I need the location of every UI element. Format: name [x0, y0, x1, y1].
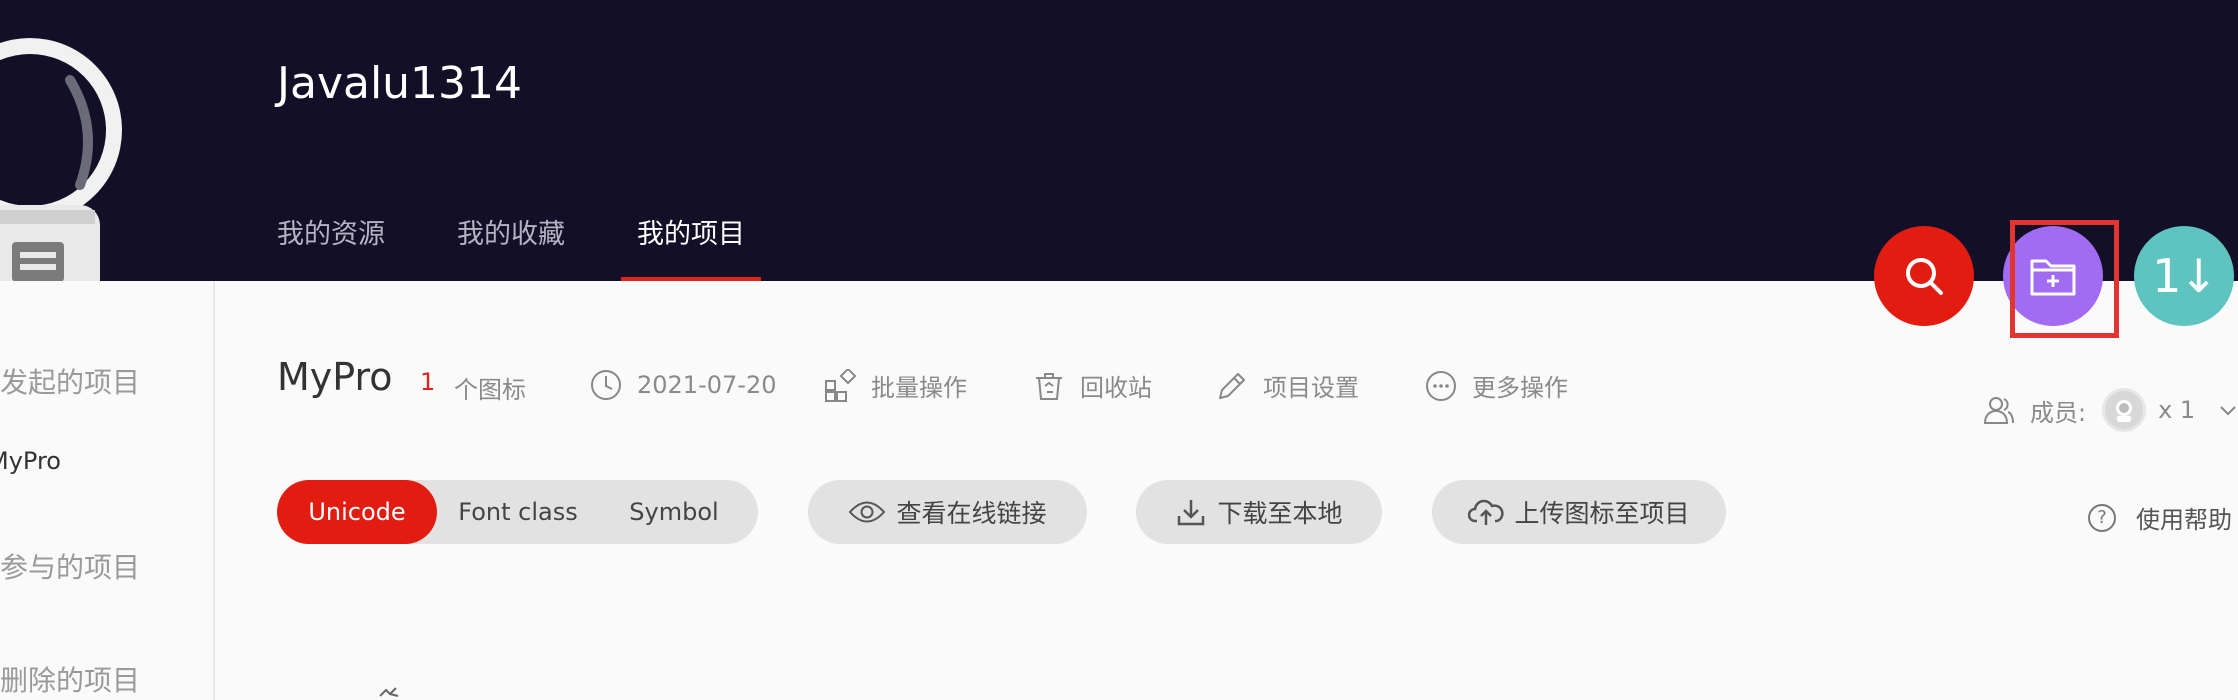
help-link[interactable]: ? 使用帮助 — [2088, 500, 2232, 535]
upload-icons-button[interactable]: 上传图标至项目 — [1432, 480, 1726, 544]
project-sidebar: 我发起的项目 MyPro 我参与的项目 我删除的项目 — [0, 281, 215, 700]
download-button[interactable]: 下载至本地 — [1136, 480, 1382, 544]
tab-my-projects[interactable]: 我的项目 — [621, 212, 761, 281]
icon-count: 1 — [420, 368, 436, 396]
batch-grid-icon — [825, 368, 857, 402]
tab-my-resources[interactable]: 我的资源 — [277, 212, 385, 281]
help-icon: ? — [2088, 503, 2116, 532]
recycle-bin-icon — [1036, 372, 1062, 400]
sidebar-item-participated[interactable]: 我参与的项目 — [0, 546, 140, 586]
username: Javalu1314 — [277, 58, 523, 109]
help-label: 使用帮助 — [2136, 506, 2232, 534]
members-label: 成员: — [2030, 398, 2087, 427]
sidebar-item-deleted[interactable]: 我删除的项目 — [0, 659, 140, 699]
highlight-box — [2010, 220, 2119, 338]
pencil-icon — [1219, 372, 1245, 399]
recycle-bin-action[interactable]: 回收站 — [1032, 368, 1152, 403]
format-font-class[interactable]: Font class — [437, 480, 599, 544]
clock-icon — [591, 370, 621, 400]
search-button[interactable] — [1874, 226, 1974, 326]
astronaut-avatar — [0, 38, 122, 281]
search-icon — [1906, 258, 1943, 295]
tab-my-favorites[interactable]: 我的收藏 — [457, 212, 565, 281]
download-icon — [1178, 500, 1205, 526]
eye-icon — [849, 501, 886, 523]
members-icon — [1983, 397, 2014, 424]
view-online-link-label: 查看在线链接 — [896, 499, 1047, 528]
upload-icons-label: 上传图标至项目 — [1514, 499, 1690, 528]
format-switcher: Unicode Font class Symbol — [277, 480, 758, 544]
project-date: 2021-07-20 — [589, 368, 776, 402]
more-actions-label: 更多操作 — [1472, 374, 1568, 402]
more-icon — [1426, 370, 1456, 401]
sidebar-item-initiated[interactable]: 我发起的项目 — [0, 361, 140, 401]
cloud-upload-icon — [1468, 499, 1505, 525]
project-settings-label: 项目设置 — [1263, 374, 1359, 402]
view-online-link-button[interactable]: 查看在线链接 — [808, 480, 1087, 544]
batch-action[interactable]: 批量操作 — [823, 368, 967, 403]
download-label: 下载至本地 — [1217, 499, 1343, 528]
sidebar-item-mypro[interactable]: MyPro — [0, 447, 61, 475]
sort-button[interactable]: 1↓ — [2134, 226, 2234, 326]
member-avatar — [2102, 388, 2147, 432]
members-info[interactable]: 成员: x 1 — [1982, 388, 2238, 432]
partial-icon-glyph — [379, 687, 399, 697]
chevron-down-icon — [2220, 406, 2236, 416]
batch-action-label: 批量操作 — [871, 374, 967, 402]
header-tabs: 我的资源 我的收藏 我的项目 — [277, 212, 817, 281]
more-actions[interactable]: 更多操作 — [1424, 368, 1568, 403]
members-count: x 1 — [2158, 396, 2196, 424]
icon-count-label: 个图标 — [454, 376, 526, 404]
project-date-text: 2021-07-20 — [637, 371, 777, 399]
recycle-bin-label: 回收站 — [1080, 374, 1152, 402]
project-settings-action[interactable]: 项目设置 — [1215, 368, 1359, 403]
format-symbol[interactable]: Symbol — [599, 480, 749, 544]
astronaut-mini-icon — [2116, 400, 2133, 422]
project-title: MyPro — [277, 355, 393, 399]
format-unicode[interactable]: Unicode — [277, 480, 437, 544]
